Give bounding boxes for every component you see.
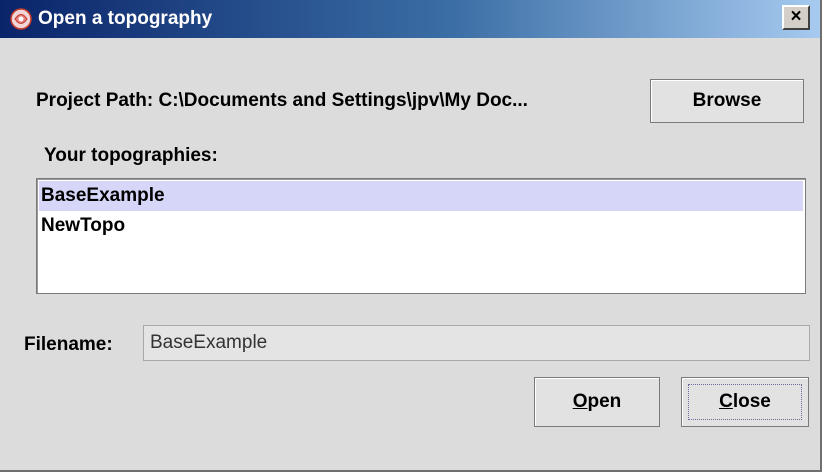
open-button[interactable]: Open — [534, 377, 660, 427]
window-title: Open a topography — [38, 8, 213, 29]
title-bar[interactable]: Open a topography × — [0, 0, 820, 38]
focus-ring — [688, 384, 802, 420]
open-button-label: pen — [587, 391, 622, 412]
topography-list[interactable]: BaseExample NewTopo — [36, 178, 806, 294]
close-icon[interactable]: × — [782, 5, 810, 30]
open-topography-dialog: Open a topography × Project Path: C:\Doc… — [0, 0, 822, 472]
filename-label: Filename: — [24, 334, 113, 355]
open-mnemonic: O — [572, 391, 588, 412]
close-button[interactable]: Close — [681, 377, 809, 427]
project-path-label: Project Path: C:\Documents and Settings\… — [36, 90, 528, 111]
browse-button-label: Browse — [692, 90, 762, 111]
filename-field[interactable]: BaseExample — [143, 325, 810, 361]
topographies-label: Your topographies: — [44, 145, 218, 166]
java-app-icon — [10, 8, 32, 30]
list-item-newtopo[interactable]: NewTopo — [39, 211, 803, 241]
list-item-baseexample[interactable]: BaseExample — [39, 181, 803, 211]
browse-button[interactable]: Browse — [650, 79, 804, 123]
